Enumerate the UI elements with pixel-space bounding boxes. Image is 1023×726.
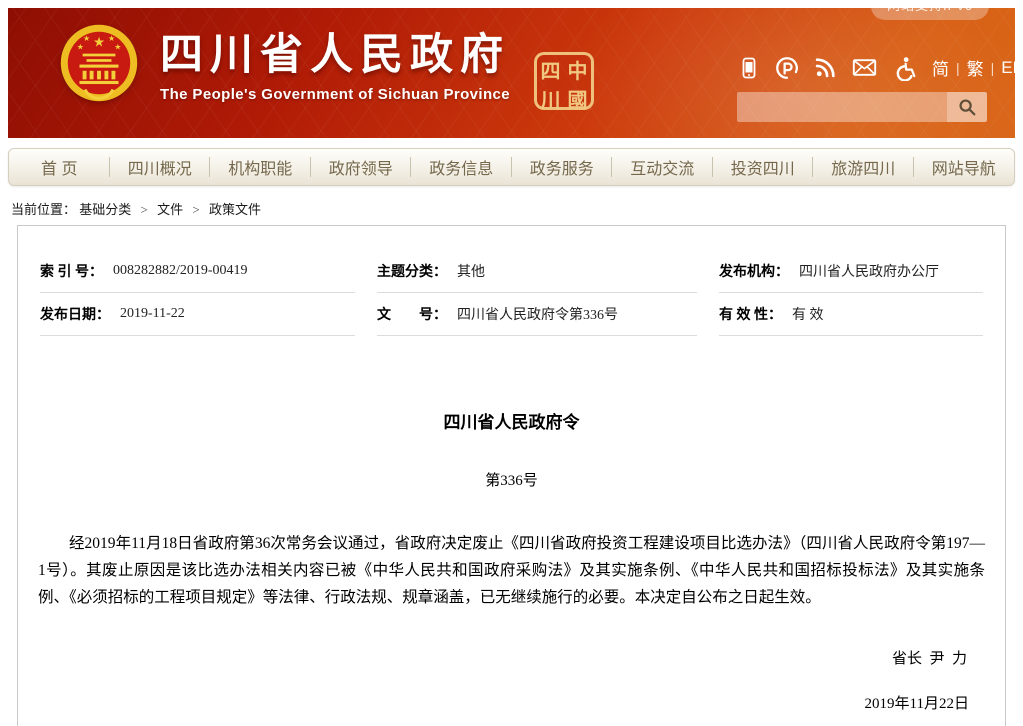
breadcrumb-link-category[interactable]: 基础分类 xyxy=(79,202,131,217)
document-date: 2019年11月22日 xyxy=(38,692,985,713)
site-subtitle: The People's Government of Sichuan Provi… xyxy=(160,86,510,103)
lang-separator: | xyxy=(991,60,995,76)
meta-value: 其他 xyxy=(457,261,485,281)
china-sichuan-seal-icon: 四 中 川 國 xyxy=(534,52,594,110)
meta-value: 四川省人民政府令第336号 xyxy=(457,304,618,324)
seal-char: 中 xyxy=(564,55,591,84)
meta-value: 四川省人民政府办公厅 xyxy=(799,261,939,281)
svg-text:★: ★ xyxy=(77,43,84,52)
lang-traditional-link[interactable]: 繁 xyxy=(967,55,984,80)
mobile-app-icon[interactable] xyxy=(737,56,761,80)
site-logo-link[interactable]: ★ ★ ★ ★ ★ 四川省人民政府 xyxy=(60,24,594,110)
meta-doc-number: 文 号： 四川省人民政府令第336号 xyxy=(377,293,697,336)
nav-item-interact[interactable]: 互动交流 xyxy=(612,149,713,185)
document-body: 经2019年11月18日省政府第36次常务会议通过，省政府决定废止《四川省政府投… xyxy=(38,530,985,611)
breadcrumb-separator: > xyxy=(141,202,148,217)
document-meta-table: 索 引 号： 008282882/2019-00419 主题分类： 其他 发布机… xyxy=(38,250,985,336)
page: 网站支持IPv6 ★ ★ ★ ★ ★ xyxy=(0,0,1023,726)
lang-separator: | xyxy=(956,60,960,76)
lang-english-link[interactable]: EN xyxy=(1001,58,1023,78)
search-input[interactable] xyxy=(737,92,947,122)
nav-item-travel[interactable]: 旅游四川 xyxy=(813,149,914,185)
document-signature: 省长 尹 力 xyxy=(38,647,985,668)
meta-label: 文 号： xyxy=(377,304,447,324)
meta-label: 主题分类： xyxy=(377,261,447,281)
meta-label: 索 引 号： xyxy=(40,261,103,281)
nav-item-home[interactable]: 首 页 xyxy=(9,149,110,185)
breadcrumb-link-policy[interactable]: 政策文件 xyxy=(209,202,261,217)
breadcrumb-separator: > xyxy=(192,202,199,217)
meta-label: 发布机构： xyxy=(719,261,789,281)
meta-value: 有 效 xyxy=(792,304,824,324)
seal-char: 四 xyxy=(537,55,564,84)
meta-value: 2019-11-22 xyxy=(120,306,185,322)
meta-value: 008282882/2019-00419 xyxy=(113,263,248,279)
ipv6-badge: 网站支持IPv6 xyxy=(871,0,989,20)
breadcrumb-link-files[interactable]: 文件 xyxy=(157,202,183,217)
rss-icon[interactable] xyxy=(813,55,838,80)
search-bar xyxy=(737,92,987,122)
search-icon xyxy=(956,96,978,118)
document-panel: 索 引 号： 008282882/2019-00419 主题分类： 其他 发布机… xyxy=(17,225,1006,726)
p-media-icon[interactable] xyxy=(774,55,800,81)
site-title: 四川省人民政府 xyxy=(160,32,510,79)
header-tools: 简 | 繁 | EN xyxy=(737,54,987,122)
search-button[interactable] xyxy=(947,92,987,122)
breadcrumb-label: 当前位置： xyxy=(11,202,76,217)
nav-item-functions[interactable]: 机构职能 xyxy=(210,149,311,185)
document-title: 四川省人民政府令 xyxy=(38,408,985,433)
nav-item-leaders[interactable]: 政府领导 xyxy=(311,149,412,185)
mail-icon[interactable] xyxy=(851,54,878,81)
document-number: 第336号 xyxy=(38,469,985,490)
breadcrumb: 当前位置： 基础分类 > 文件 > 政策文件 xyxy=(11,199,1015,218)
meta-label: 发布日期： xyxy=(40,304,110,324)
seal-char: 川 xyxy=(537,84,564,113)
meta-topic-category: 主题分类： 其他 xyxy=(377,250,697,293)
header-icon-row: 简 | 繁 | EN xyxy=(737,54,987,81)
national-emblem-icon: ★ ★ ★ ★ ★ xyxy=(60,24,138,102)
lang-simplified-link[interactable]: 简 xyxy=(932,55,949,80)
language-switcher: 简 | 繁 | EN xyxy=(932,55,1023,80)
nav-item-sitemap[interactable]: 网站导航 xyxy=(914,149,1015,185)
site-titles: 四川省人民政府 The People's Government of Sichu… xyxy=(160,24,510,103)
seal-char: 國 xyxy=(564,84,591,113)
nav-item-overview[interactable]: 四川概况 xyxy=(110,149,211,185)
nav-item-info[interactable]: 政务信息 xyxy=(411,149,512,185)
accessibility-icon[interactable] xyxy=(891,55,917,81)
meta-issuing-agency: 发布机构： 四川省人民政府办公厅 xyxy=(719,250,983,293)
meta-label: 有 效 性： xyxy=(719,304,782,324)
nav-item-services[interactable]: 政务服务 xyxy=(512,149,613,185)
meta-index-number: 索 引 号： 008282882/2019-00419 xyxy=(40,250,355,293)
meta-publish-date: 发布日期： 2019-11-22 xyxy=(40,293,355,336)
main-nav: 首 页 四川概况 机构职能 政府领导 政务信息 政务服务 互动交流 投资四川 旅… xyxy=(8,148,1015,186)
nav-item-invest[interactable]: 投资四川 xyxy=(713,149,814,185)
meta-validity: 有 效 性： 有 效 xyxy=(719,293,983,336)
site-header: 网站支持IPv6 ★ ★ ★ ★ ★ xyxy=(8,8,1015,138)
svg-text:★: ★ xyxy=(83,34,90,43)
svg-text:★: ★ xyxy=(93,35,105,50)
svg-text:★: ★ xyxy=(114,43,121,52)
svg-text:★: ★ xyxy=(108,34,115,43)
